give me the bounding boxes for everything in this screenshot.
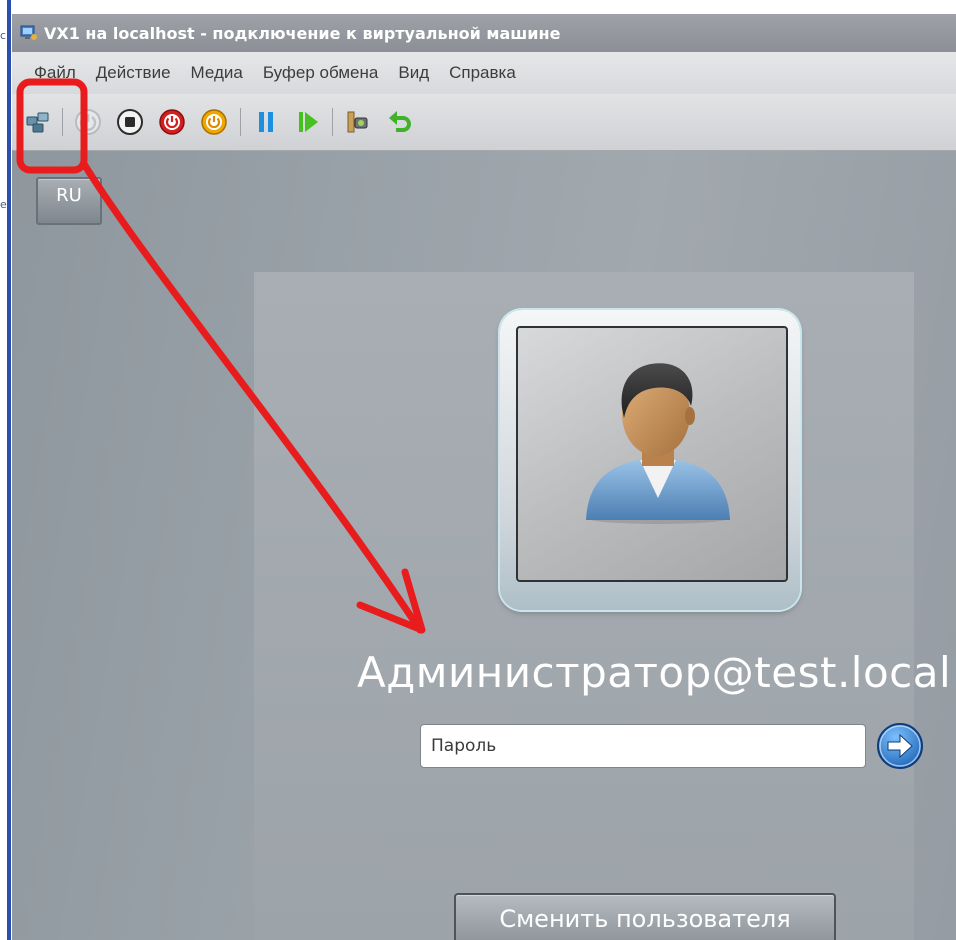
vm-screen[interactable]: RU Администратор@test.local Сменить поль… [12,151,956,940]
menu-help[interactable]: Справка [449,63,516,83]
background-window-edge: c e [0,0,12,940]
snapshot-button[interactable] [342,106,374,138]
save-state-button[interactable] [198,106,230,138]
start-icon [75,109,101,135]
user-avatar-icon [586,363,730,524]
toolbar-separator [332,108,333,136]
resume-icon [299,112,318,132]
edge-text-fragment: c [0,29,7,42]
shut-down-icon [159,109,185,135]
avatar [516,326,788,582]
resume-button[interactable] [292,106,324,138]
shut-down-button[interactable] [156,106,188,138]
ctrl-alt-del-icon [26,112,49,133]
menu-media[interactable]: Медиа [191,63,243,83]
toolbar-separator [62,108,63,136]
revert-icon [389,111,411,132]
password-field[interactable] [420,724,866,768]
snapshot-icon [347,111,368,133]
switch-user-button[interactable]: Сменить пользователя [454,893,836,940]
input-language-button[interactable]: RU [36,177,102,225]
window-border [7,0,11,940]
menu-clipboard[interactable]: Буфер обмена [263,63,379,83]
menu-bar: Файл Действие Медиа Буфер обмена Вид Спр… [12,52,956,94]
title-bar[interactable]: VX1 на localhost - подключение к виртуал… [12,14,956,52]
submit-button[interactable] [875,721,925,771]
user-tile [500,310,800,610]
vm-connection-window: VX1 на localhost - подключение к виртуал… [12,14,956,940]
toolbar [12,94,956,151]
window-title: VX1 на localhost - подключение к виртуал… [44,23,561,43]
username-label: Администратор@test.local [357,648,952,697]
save-state-icon [201,109,227,135]
pause-icon [259,112,273,132]
edge-text-fragment: e [0,198,7,211]
turn-off-icon [117,109,143,135]
menu-view[interactable]: Вид [398,63,429,83]
start-button[interactable] [72,106,104,138]
arrow-right-icon [877,723,923,769]
toolbar-separator [240,108,241,136]
vm-connection-icon [20,25,37,40]
revert-button[interactable] [384,106,416,138]
menu-action[interactable]: Действие [96,63,171,83]
ctrl-alt-del-button[interactable] [22,106,54,138]
menu-file[interactable]: Файл [34,63,76,83]
turn-off-button[interactable] [114,106,146,138]
pause-button[interactable] [250,106,282,138]
